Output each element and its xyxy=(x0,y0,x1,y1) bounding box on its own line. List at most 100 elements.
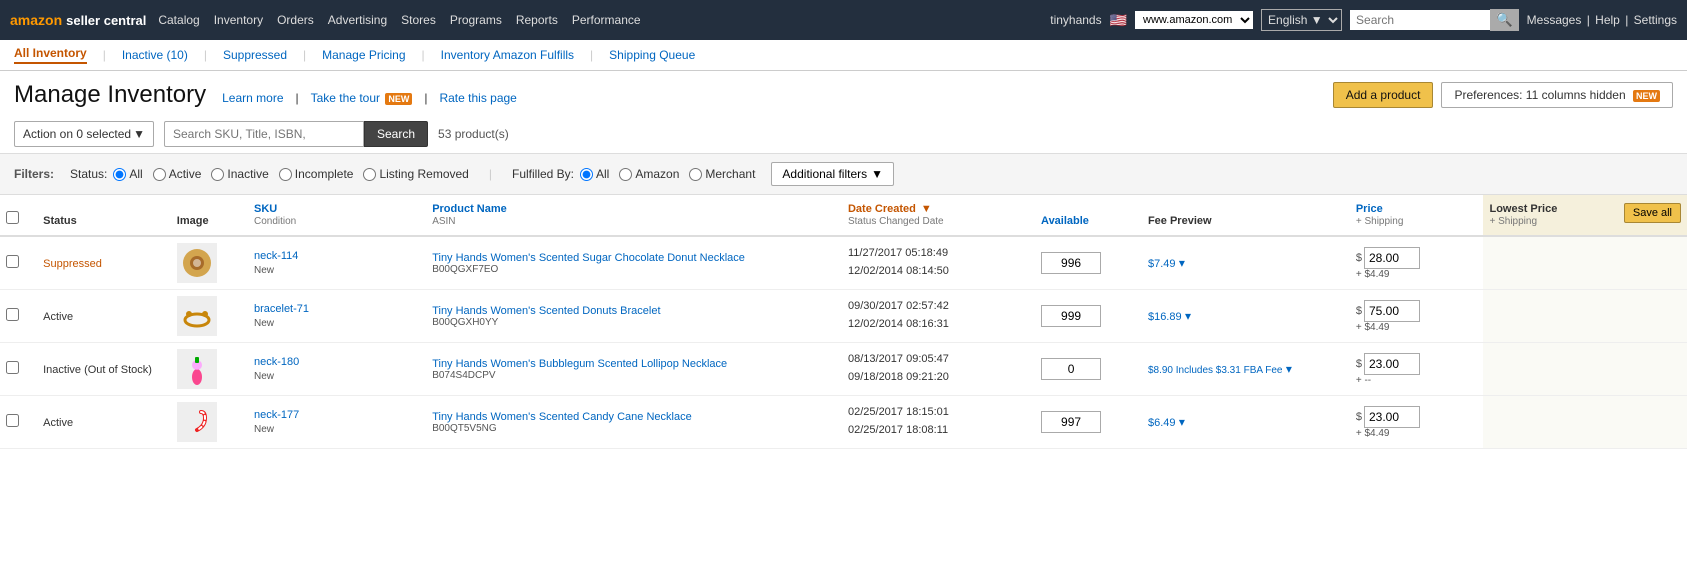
row-lowest-price-cell xyxy=(1483,236,1687,290)
settings-link[interactable]: Settings xyxy=(1634,13,1677,27)
available-input[interactable] xyxy=(1041,358,1101,380)
search-sku-group: Search xyxy=(164,121,428,147)
main-nav-links: Catalog Inventory Orders Advertising Sto… xyxy=(158,13,1038,27)
th-image: Image xyxy=(171,195,248,236)
tab-manage-pricing[interactable]: Manage Pricing xyxy=(322,48,405,62)
product-image xyxy=(177,349,217,389)
tour-badge: NEW xyxy=(385,93,412,105)
row-image-cell xyxy=(171,236,248,290)
tab-all-inventory[interactable]: All Inventory xyxy=(14,46,87,64)
row-checkbox[interactable] xyxy=(6,255,19,268)
price-input[interactable] xyxy=(1364,406,1420,428)
language-selector[interactable]: English ▼ xyxy=(1261,9,1342,31)
action-dropdown[interactable]: Action on 0 selected ▼ xyxy=(14,121,154,147)
rate-page-link[interactable]: Rate this page xyxy=(439,91,516,105)
table-header-row: Status Image SKU Condition Product Name … xyxy=(0,195,1687,236)
sub-navigation: All Inventory | Inactive (10) | Suppress… xyxy=(0,40,1687,71)
messages-link[interactable]: Messages xyxy=(1527,13,1582,27)
sku-link[interactable]: neck-177 xyxy=(254,409,420,421)
table-row: Active neck-177 New Tiny Hands Women's S… xyxy=(0,396,1687,449)
status-active: Active xyxy=(43,311,73,323)
nav-orders[interactable]: Orders xyxy=(277,13,314,27)
nav-stores[interactable]: Stores xyxy=(401,13,436,27)
row-status-cell: Inactive (Out of Stock) xyxy=(37,343,171,396)
th-select-all xyxy=(0,195,37,236)
save-all-button[interactable]: Save all xyxy=(1624,203,1681,223)
row-fee-cell: $7.49 ▾ xyxy=(1142,236,1350,290)
th-price: Price + Shipping xyxy=(1350,195,1484,236)
page-header-right: Add a product Preferences: 11 columns hi… xyxy=(1333,82,1673,108)
search-sku-input[interactable] xyxy=(164,121,364,147)
help-link[interactable]: Help xyxy=(1595,13,1620,27)
select-all-checkbox[interactable] xyxy=(6,211,19,224)
sku-link[interactable]: bracelet-71 xyxy=(254,303,420,315)
fulfilled-by-filter-group: Fulfilled By: All Amazon Merchant xyxy=(512,167,755,181)
nav-inventory[interactable]: Inventory xyxy=(214,13,263,27)
status-suppressed[interactable]: Suppressed xyxy=(43,258,102,270)
take-tour-link[interactable]: Take the tour NEW xyxy=(311,91,413,105)
table-row: Active bracelet-71 New Tiny Hands Women'… xyxy=(0,290,1687,343)
status-incomplete-option[interactable]: Incomplete xyxy=(279,167,354,181)
tab-suppressed[interactable]: Suppressed xyxy=(223,48,287,62)
tab-shipping-queue[interactable]: Shipping Queue xyxy=(609,48,695,62)
sort-arrow-icon: ▼ xyxy=(921,203,932,215)
nav-advertising[interactable]: Advertising xyxy=(328,13,387,27)
th-available: Available xyxy=(1035,195,1142,236)
price-input[interactable] xyxy=(1364,247,1420,269)
top-search-button[interactable]: 🔍 xyxy=(1490,9,1519,31)
nav-catalog[interactable]: Catalog xyxy=(158,13,199,27)
sku-link[interactable]: neck-180 xyxy=(254,356,420,368)
chevron-down-icon: ▼ xyxy=(871,167,883,181)
available-input[interactable] xyxy=(1041,305,1101,327)
product-name-link[interactable]: Tiny Hands Women's Scented Candy Cane Ne… xyxy=(432,411,836,423)
available-input[interactable] xyxy=(1041,252,1101,274)
row-checkbox[interactable] xyxy=(6,308,19,321)
tab-inventory-amazon-fulfills[interactable]: Inventory Amazon Fulfills xyxy=(441,48,574,62)
row-date-cell: 11/27/2017 05:18:49 12/02/2014 08:14:50 xyxy=(842,236,1035,290)
th-lowest-price: Lowest Price + Shipping Save all xyxy=(1483,195,1687,236)
fee-arrow-icon: ▾ xyxy=(1179,256,1185,270)
price-shipping: + $4.49 xyxy=(1356,269,1478,280)
row-checkbox[interactable] xyxy=(6,361,19,374)
row-product-cell: Tiny Hands Women's Scented Sugar Chocola… xyxy=(426,236,842,290)
sku-link[interactable]: neck-114 xyxy=(254,250,420,262)
additional-filters-button[interactable]: Additional filters ▼ xyxy=(771,162,894,186)
toolbar: Action on 0 selected ▼ Search 53 product… xyxy=(0,115,1687,153)
row-checkbox[interactable] xyxy=(6,414,19,427)
product-name-link[interactable]: Tiny Hands Women's Bubblegum Scented Lol… xyxy=(432,358,836,370)
inventory-table: Status Image SKU Condition Product Name … xyxy=(0,195,1687,449)
preferences-button[interactable]: Preferences: 11 columns hidden NEW xyxy=(1441,82,1673,108)
row-status-cell: Active xyxy=(37,290,171,343)
tab-inactive[interactable]: Inactive (10) xyxy=(122,48,188,62)
logo-seller-central: seller central xyxy=(66,13,146,28)
fulfilled-merchant-option[interactable]: Merchant xyxy=(689,167,755,181)
product-count: 53 product(s) xyxy=(438,127,509,141)
nav-programs[interactable]: Programs xyxy=(450,13,502,27)
fulfilled-amazon-option[interactable]: Amazon xyxy=(619,167,679,181)
status-active-option[interactable]: Active xyxy=(153,167,202,181)
th-date-created[interactable]: Date Created ▼ Status Changed Date xyxy=(842,195,1035,236)
fulfilled-all-option[interactable]: All xyxy=(580,167,609,181)
status-inactive-option[interactable]: Inactive xyxy=(211,167,268,181)
available-input[interactable] xyxy=(1041,411,1101,433)
search-sku-button[interactable]: Search xyxy=(364,121,428,147)
price-input[interactable] xyxy=(1364,300,1420,322)
nav-performance[interactable]: Performance xyxy=(572,13,641,27)
nav-reports[interactable]: Reports xyxy=(516,13,558,27)
row-status-cell: Suppressed xyxy=(37,236,171,290)
page-header-left: Manage Inventory Learn more | Take the t… xyxy=(14,81,517,109)
add-product-button[interactable]: Add a product xyxy=(1333,82,1434,108)
learn-more-link[interactable]: Learn more xyxy=(222,91,283,105)
status-listing-removed-option[interactable]: Listing Removed xyxy=(363,167,468,181)
product-name-link[interactable]: Tiny Hands Women's Scented Donuts Bracel… xyxy=(432,305,836,317)
product-name-link[interactable]: Tiny Hands Women's Scented Sugar Chocola… xyxy=(432,252,836,264)
preferences-badge: NEW xyxy=(1633,90,1660,102)
row-available-cell xyxy=(1035,236,1142,290)
flag-icon: 🇺🇸 xyxy=(1110,12,1127,29)
page-header: Manage Inventory Learn more | Take the t… xyxy=(0,71,1687,115)
status-radio-group: All Active Inactive Incomplete Listing R… xyxy=(113,167,468,181)
status-all-option[interactable]: All xyxy=(113,167,142,181)
top-search-input[interactable] xyxy=(1350,10,1490,30)
price-input[interactable] xyxy=(1364,353,1420,375)
domain-selector[interactable]: www.amazon.com xyxy=(1135,11,1253,29)
